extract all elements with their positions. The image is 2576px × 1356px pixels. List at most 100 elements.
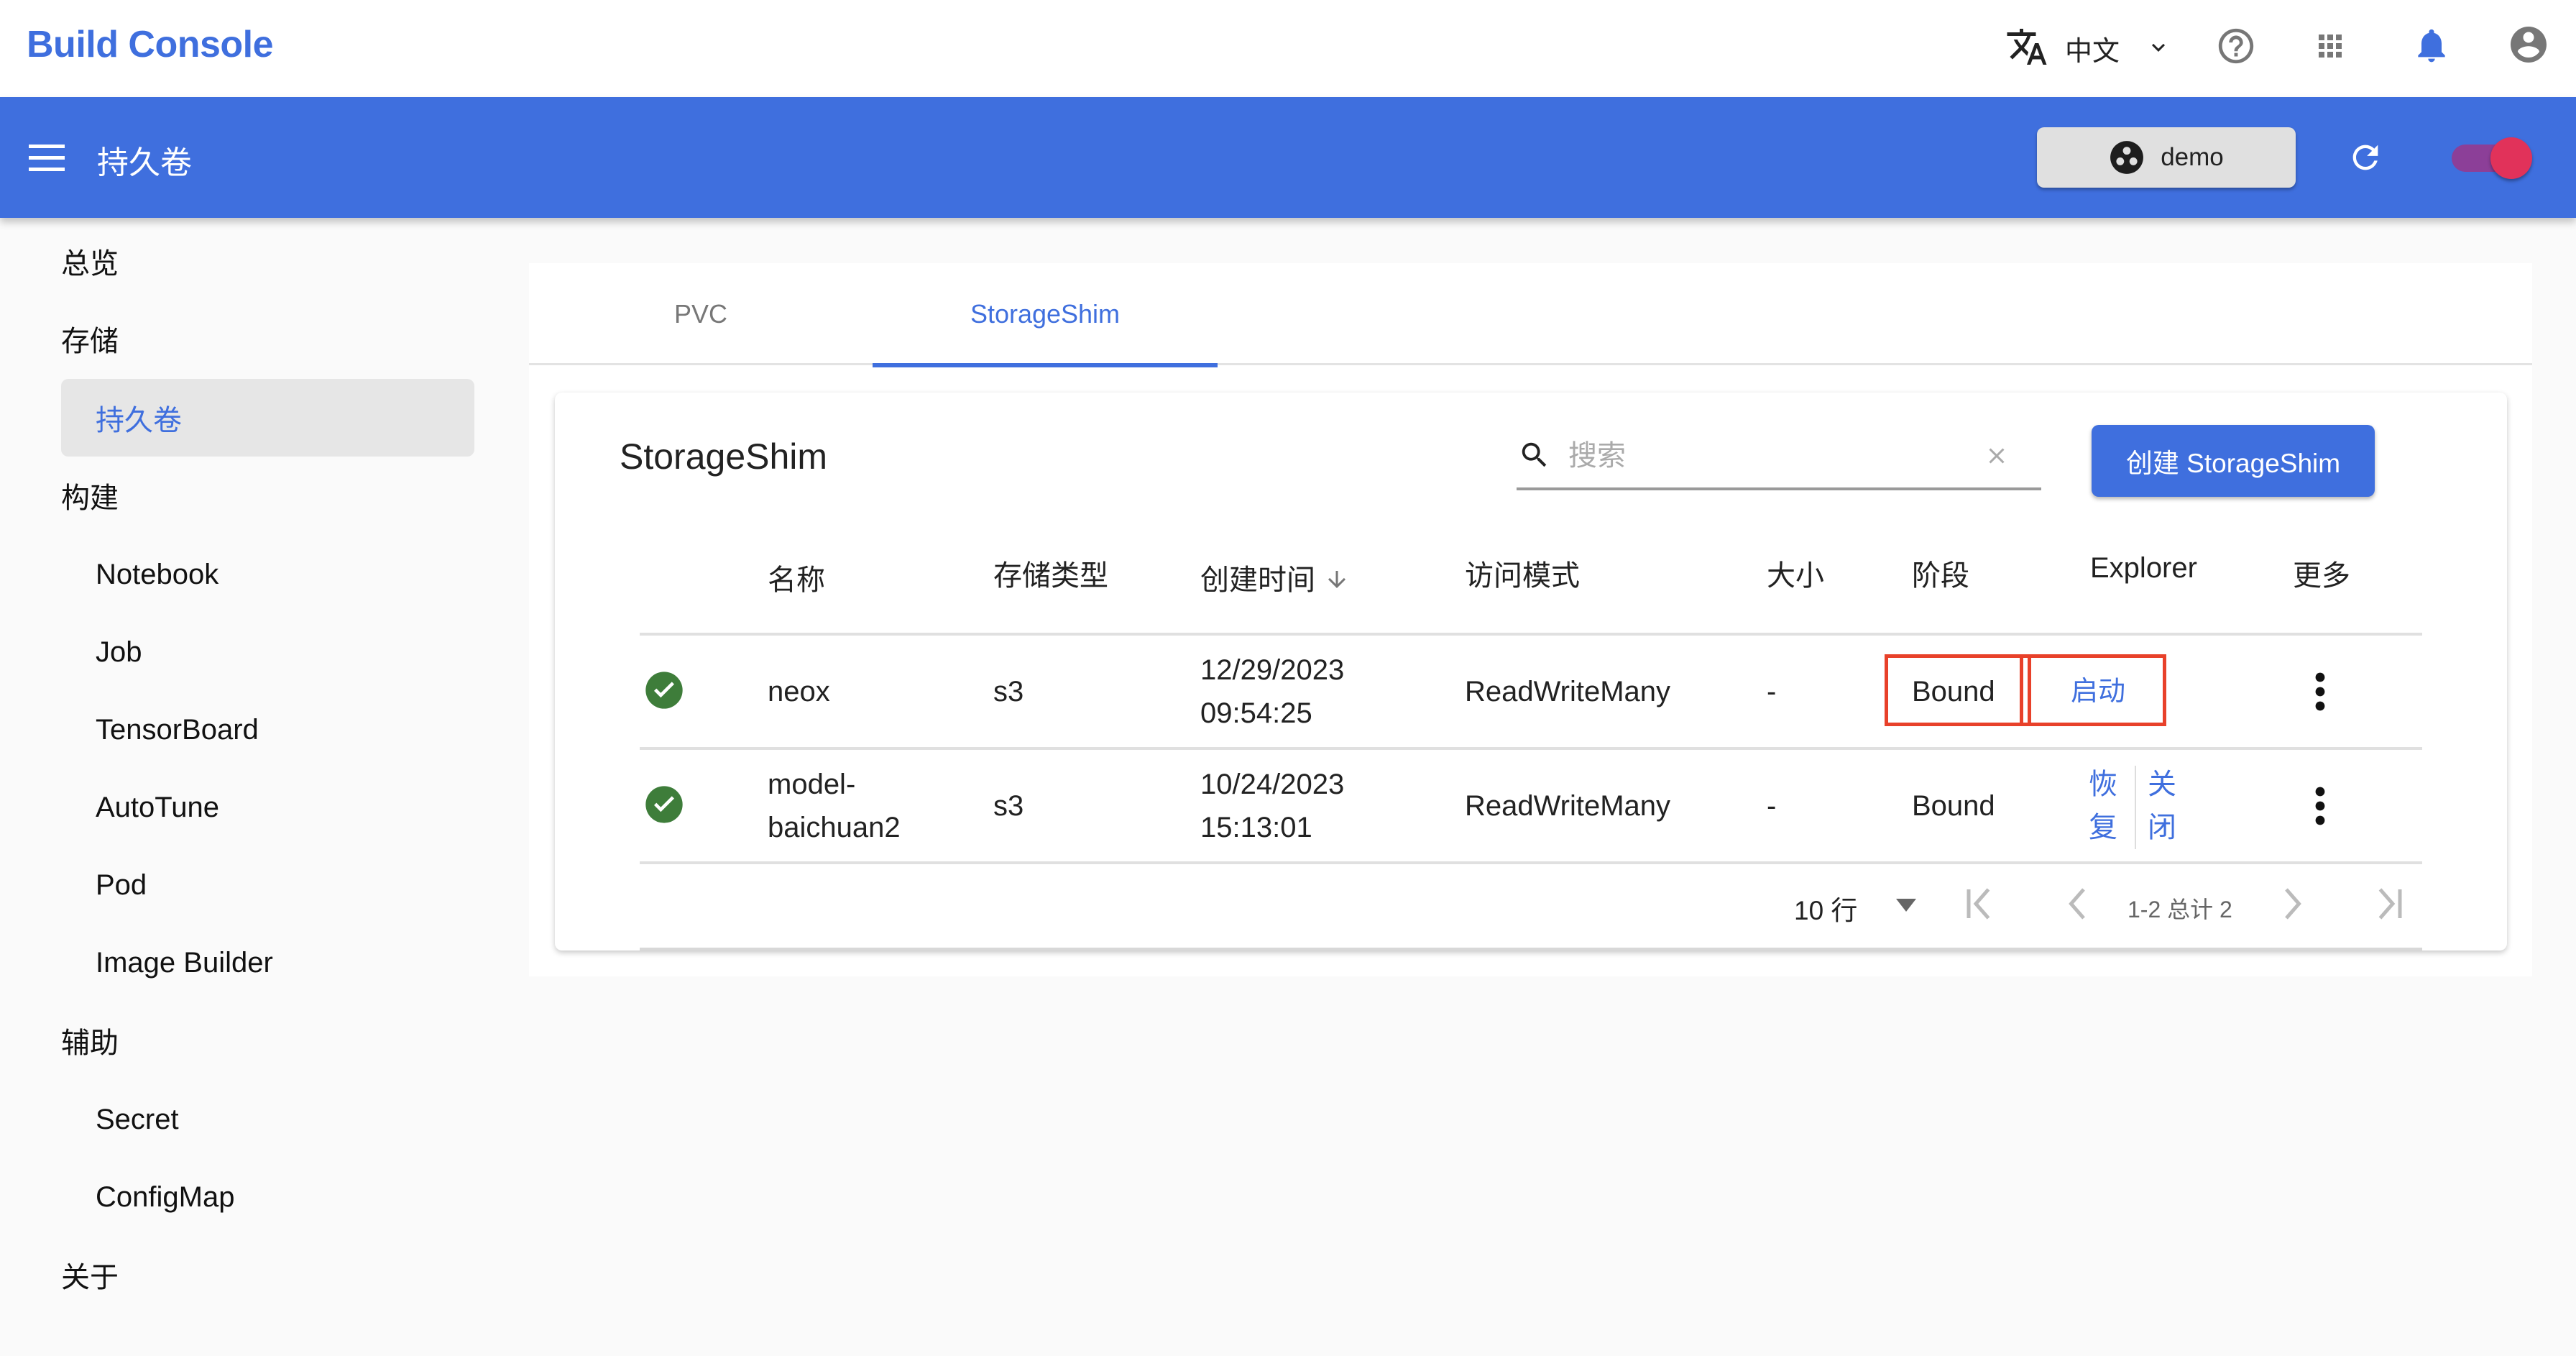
row-name[interactable]: model- baichuan2: [768, 763, 901, 849]
table-header: 名称 存储类型 创建时间 访问模式 大小 阶段 Explorer 更多: [640, 521, 2422, 636]
close-char-2: 闭: [2148, 812, 2176, 843]
action-divider: [2135, 766, 2136, 849]
sidebar-item-image-builder[interactable]: Image Builder: [0, 924, 503, 1002]
sidebar-item-label: Secret: [96, 1103, 179, 1135]
column-header-storage-type[interactable]: 存储类型: [993, 552, 1108, 594]
row-access-mode: ReadWriteMany: [1465, 790, 1671, 822]
sidebar-group-auxiliary[interactable]: 辅助: [0, 1002, 503, 1079]
sidebar-item-label: 关于: [61, 1262, 119, 1293]
explorer-actions: 恢 复 关 闭: [2089, 763, 2178, 849]
explorer-start-link[interactable]: 启动: [2071, 669, 2125, 708]
sidebar: 总览 存储 持久卷 构建 Notebook Job TensorBoard Au…: [0, 218, 503, 1356]
help-circle-icon[interactable]: [2215, 25, 2257, 67]
row-name[interactable]: neox: [768, 670, 830, 713]
row-size: -: [1767, 790, 1777, 822]
column-header-phase[interactable]: 阶段: [1912, 552, 1969, 594]
sidebar-item-pod[interactable]: Pod: [0, 846, 503, 924]
row-phase: Bound: [1912, 676, 1995, 707]
column-header-created[interactable]: 创建时间: [1200, 556, 1350, 598]
check-circle-icon: [645, 786, 683, 823]
translate-icon[interactable]: [2005, 25, 2048, 68]
sidebar-item-label: 构建: [61, 482, 119, 514]
sidebar-item-notebook[interactable]: Notebook: [0, 536, 503, 613]
storageshim-card: StorageShim 创建 StorageShim 名称 存储类型 创建时间 …: [555, 393, 2507, 950]
restore-char-1: 恢: [2089, 769, 2117, 800]
row-name-line1: model-: [768, 769, 856, 800]
column-header-created-label: 创建时间: [1200, 564, 1315, 596]
column-header-access-mode[interactable]: 访问模式: [1465, 552, 1580, 594]
rows-per-page-select[interactable]: 10 行: [1794, 889, 1857, 927]
tab-pvc[interactable]: PVC: [529, 263, 873, 365]
sidebar-item-secret[interactable]: Secret: [0, 1081, 503, 1158]
bell-icon[interactable]: [2411, 23, 2452, 68]
sidebar-item-label: Notebook: [96, 558, 219, 590]
sidebar-item-configmap[interactable]: ConfigMap: [0, 1158, 503, 1236]
account-circle-icon[interactable]: [2507, 23, 2550, 66]
last-page-icon[interactable]: [2375, 886, 2404, 922]
card-title: StorageShim: [620, 436, 828, 477]
table-row: neox s3 12/29/2023 09:54:25 ReadWriteMan…: [640, 636, 2422, 750]
chevron-left-icon[interactable]: [2066, 886, 2087, 922]
row-created-date: 12/29/2023: [1200, 654, 1345, 686]
search-field: [1517, 427, 2041, 490]
content-panel: PVC StorageShim StorageShim 创建 StorageSh…: [529, 263, 2532, 976]
sidebar-item-label: ConfigMap: [96, 1181, 235, 1213]
sidebar-item-tensorboard[interactable]: TensorBoard: [0, 691, 503, 769]
namespace-label: demo: [2161, 143, 2224, 171]
sidebar-item-job[interactable]: Job: [0, 613, 503, 691]
namespace-icon: [2110, 141, 2144, 174]
sidebar-item-overview[interactable]: 总览: [0, 222, 503, 300]
row-storage-type: s3: [993, 676, 1024, 707]
apps-grid-icon[interactable]: [2313, 29, 2347, 63]
create-storageshim-button[interactable]: 创建 StorageShim: [2092, 425, 2375, 497]
sidebar-item-persistent-volume[interactable]: 持久卷: [61, 379, 474, 457]
more-vert-icon[interactable]: [2306, 670, 2334, 713]
row-created-time: 09:54:25: [1200, 697, 1312, 729]
explorer-restore-link[interactable]: 恢 复: [2089, 763, 2119, 849]
pagination: 10 行 1-2 总计 2: [640, 864, 2422, 943]
arrow-down-icon[interactable]: [1324, 565, 1350, 594]
sidebar-item-label: Image Builder: [96, 946, 273, 979]
sidebar-item-about[interactable]: 关于: [0, 1236, 503, 1314]
sidebar-group-build[interactable]: 构建: [0, 457, 503, 534]
check-circle-icon: [645, 672, 683, 709]
column-header-name[interactable]: 名称: [768, 556, 825, 598]
first-page-icon[interactable]: [1965, 886, 1994, 922]
caret-down-icon[interactable]: [1896, 899, 1916, 912]
page-title: 持久卷: [97, 145, 192, 180]
top-bar: Build Console 中文: [0, 0, 2576, 97]
row-created: 10/24/2023 15:13:01: [1200, 763, 1344, 849]
sidebar-item-label: 总览: [61, 248, 119, 280]
row-created-date: 10/24/2023: [1200, 769, 1345, 800]
row-name-line2: baichuan2: [768, 812, 901, 843]
close-char-1: 关: [2148, 769, 2176, 800]
chevron-down-icon[interactable]: [2145, 35, 2171, 60]
namespace-button[interactable]: demo: [2037, 127, 2296, 188]
search-icon: [1522, 442, 1547, 467]
tab-bar: PVC StorageShim: [529, 263, 2532, 367]
language-label[interactable]: 中文: [2065, 29, 2120, 68]
sidebar-item-label: TensorBoard: [96, 713, 259, 746]
search-input[interactable]: [1568, 434, 1971, 477]
sidebar-item-label: 辅助: [61, 1027, 119, 1059]
column-header-explorer: Explorer: [2090, 552, 2197, 584]
column-header-more: 更多: [2293, 560, 2350, 592]
explorer-close-link[interactable]: 关 闭: [2148, 763, 2178, 849]
menu-icon[interactable]: [29, 145, 65, 172]
page-range: 1-2 总计 2: [2128, 897, 2232, 922]
table-row: model- baichuan2 s3 10/24/2023 15:13:01 …: [640, 750, 2422, 864]
row-created: 12/29/2023 09:54:25: [1200, 649, 1344, 735]
sidebar-item-label: 存储: [61, 326, 119, 357]
column-header-size[interactable]: 大小: [1767, 552, 1824, 594]
refresh-icon[interactable]: [2347, 139, 2384, 176]
clear-icon[interactable]: [1984, 443, 2010, 469]
chevron-right-icon[interactable]: [2283, 886, 2304, 922]
more-vert-icon[interactable]: [2306, 784, 2334, 828]
toggle-thumb: [2490, 137, 2532, 179]
tab-storageshim[interactable]: StorageShim: [873, 263, 1218, 367]
sidebar-group-storage[interactable]: 存储: [0, 300, 503, 377]
row-access-mode: ReadWriteMany: [1465, 676, 1671, 707]
sidebar-item-label: Pod: [96, 869, 147, 901]
theme-toggle[interactable]: [2447, 137, 2534, 180]
sidebar-item-autotune[interactable]: AutoTune: [0, 769, 503, 846]
